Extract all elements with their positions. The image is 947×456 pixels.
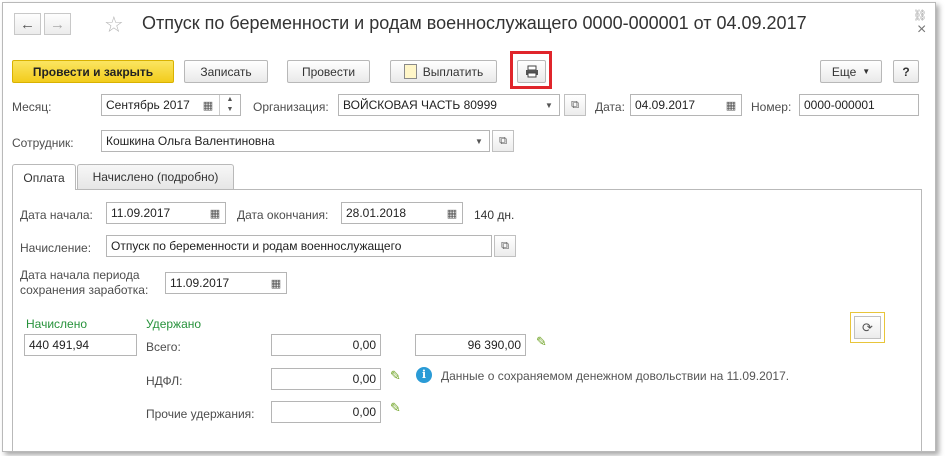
accrual-open-button[interactable]: ⧉ (494, 235, 516, 257)
arrow-right-icon: → (50, 15, 65, 33)
printer-icon (525, 65, 538, 78)
period-start-label-line1: Дата начала периода (20, 268, 140, 282)
spin-down-icon[interactable]: ▼ (220, 105, 240, 115)
calendar-icon[interactable]: ▦ (443, 203, 461, 223)
accrued-header: Начислено (26, 317, 88, 331)
info-icon: i (416, 367, 432, 383)
calendar-icon[interactable]: ▦ (267, 273, 285, 293)
pencil-icon[interactable]: ✎ (390, 400, 401, 416)
number-label: Номер: (751, 100, 792, 114)
end-date-label: Дата окончания: (237, 208, 329, 222)
calendar-icon[interactable]: ▦ (206, 203, 224, 223)
date-value: 04.09.2017 (635, 98, 696, 112)
refresh-button[interactable]: ⟳ (854, 316, 881, 339)
employee-open-button[interactable]: ⧉ (492, 130, 514, 152)
employee-dropdown-icon[interactable]: ▼ (470, 131, 488, 151)
other-withholdings-label: Прочие удержания: (146, 407, 255, 421)
pay-document-icon (403, 64, 417, 79)
employee-field[interactable]: Кошкина Ольга Валентиновна (101, 130, 490, 152)
page-title: Отпуск по беременности и родам военнослу… (142, 13, 807, 33)
print-button[interactable] (517, 60, 546, 83)
more-button[interactable]: Еще ▼ (820, 60, 882, 83)
number-field[interactable]: 0000-000001 (799, 94, 919, 116)
organization-open-button[interactable]: ⧉ (564, 94, 586, 116)
organization-dropdown-icon[interactable]: ▼ (540, 95, 558, 115)
help-button[interactable]: ? (893, 60, 919, 83)
pay-button-label: Выплатить (422, 64, 484, 79)
pencil-icon[interactable]: ✎ (390, 368, 401, 384)
open-icon: ⧉ (499, 134, 507, 147)
info-message[interactable]: Данные о сохраняемом денежном довольстви… (441, 369, 789, 383)
days-count: 140 дн. (474, 208, 515, 222)
post-and-close-button[interactable]: Провести и закрыть (12, 60, 174, 83)
number-value: 0000-000001 (804, 98, 875, 112)
month-label: Месяц: (12, 100, 52, 114)
open-icon: ⧉ (571, 98, 579, 111)
refresh-icon: ⟳ (862, 319, 873, 335)
document-window: ← → ☆ Отпуск по беременности и родам вое… (2, 2, 936, 452)
more-button-label: Еще (831, 64, 857, 79)
save-button[interactable]: Записать (184, 60, 268, 83)
pencil-icon[interactable]: ✎ (536, 334, 547, 350)
period-start-value: 11.09.2017 (170, 276, 230, 290)
month-value: Сентябрь 2017 (106, 98, 190, 112)
start-date-value: 11.09.2017 (111, 206, 171, 220)
end-date-value: 28.01.2018 (346, 206, 407, 220)
accrual-label: Начисление: (20, 241, 92, 255)
employee-value: Кошкина Ольга Валентиновна (106, 134, 275, 148)
organization-label: Организация: (253, 100, 329, 114)
back-button[interactable]: ← (14, 13, 41, 35)
calendar-icon[interactable]: ▦ (722, 95, 740, 115)
employee-label: Сотрудник: (12, 136, 74, 150)
tab-accrued-details[interactable]: Начислено (подробно) (77, 164, 234, 189)
accrual-field[interactable]: Отпуск по беременности и родам военнослу… (106, 235, 492, 257)
close-icon[interactable]: × (917, 21, 926, 39)
open-icon: ⧉ (501, 239, 509, 252)
favorite-star-icon[interactable]: ☆ (104, 12, 124, 38)
accrued-amount-field[interactable]: 440 491,94 (24, 334, 137, 356)
calendar-icon[interactable]: ▦ (199, 95, 217, 115)
dropdown-arrow-icon: ▼ (862, 67, 871, 76)
total-withheld-field[interactable]: 0,00 (271, 334, 381, 356)
organization-field[interactable]: ВОЙСКОВАЯ ЧАСТЬ 80999 (338, 94, 560, 116)
post-button[interactable]: Провести (287, 60, 370, 83)
month-spinner[interactable]: ▲ ▼ (219, 95, 240, 115)
pay-button[interactable]: Выплатить (390, 60, 497, 83)
date-label: Дата: (595, 100, 625, 114)
accrual-value: Отпуск по беременности и родам военнослу… (111, 239, 402, 253)
start-date-label: Дата начала: (20, 208, 93, 222)
forward-button[interactable]: → (44, 13, 71, 35)
ndfl-field[interactable]: 0,00 (271, 368, 381, 390)
period-start-label-line2: сохранения заработка: (20, 283, 149, 297)
ndfl-label: НДФЛ: (146, 374, 183, 388)
other-withholdings-field[interactable]: 0,00 (271, 401, 381, 423)
total-label: Всего: (146, 340, 181, 354)
arrow-left-icon: ← (20, 15, 35, 33)
refresh-button-frame: ⟳ (850, 312, 885, 343)
period-start-label: Дата начала периода сохранения заработка… (20, 268, 148, 298)
pay-amount-field[interactable]: 96 390,00 (415, 334, 526, 356)
accrued-amount-value: 440 491,94 (29, 338, 90, 352)
withheld-header: Удержано (146, 317, 202, 331)
spin-up-icon[interactable]: ▲ (220, 95, 240, 105)
tab-payment[interactable]: Оплата (12, 164, 76, 190)
organization-value: ВОЙСКОВАЯ ЧАСТЬ 80999 (343, 98, 497, 112)
